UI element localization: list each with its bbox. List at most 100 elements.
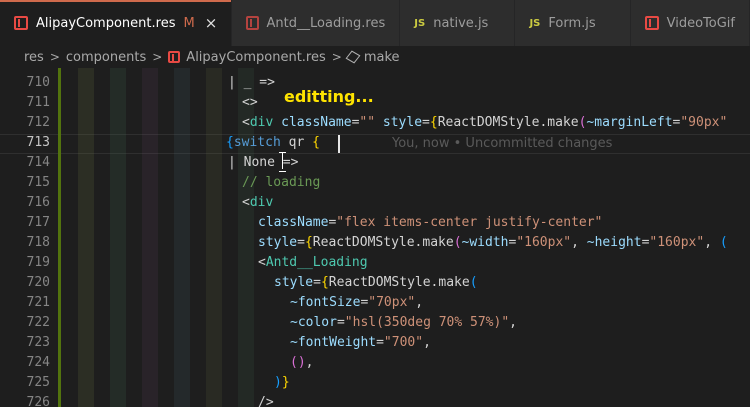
tab-alipay-component[interactable]: AlipayComponent.res M ×	[0, 0, 233, 46]
rescript-file-icon	[246, 16, 259, 30]
tab-label: Antd__Loading.res	[266, 15, 386, 31]
text-cursor	[338, 135, 340, 153]
code-token: =	[336, 315, 345, 330]
ibeam-cursor-icon	[278, 152, 287, 172]
code-token: ,	[571, 235, 587, 250]
editing-overlay-text: editting...	[284, 87, 374, 106]
code-token: (	[719, 235, 728, 250]
code-token: =	[376, 335, 384, 350]
code-token: | None	[228, 155, 283, 170]
rescript-file-icon	[14, 16, 28, 30]
code-token: "hsl(350deg 70% 57%)"	[344, 315, 510, 330]
js-file-icon: JS	[529, 17, 541, 29]
code-token: }	[281, 375, 290, 390]
code-line[interactable]: | None =>	[228, 153, 298, 173]
code-token: qr	[280, 135, 313, 150]
breadcrumb-item[interactable]: res	[24, 50, 44, 65]
code-token: ~fontSize	[290, 295, 361, 310]
code-token: <	[242, 195, 250, 210]
breadcrumb-item[interactable]: make	[364, 50, 400, 65]
tab-form-js[interactable]: JS Form.js	[515, 0, 631, 46]
code-line[interactable]: style={ReactDOMStyle.make(	[274, 273, 478, 293]
code-token: className	[258, 215, 329, 230]
code-token: <	[242, 115, 250, 130]
code-token: switch	[233, 135, 281, 150]
code-token: <	[258, 255, 266, 270]
tab-label: VideoToGif	[666, 15, 735, 31]
rescript-file-icon	[644, 16, 659, 30]
tab-antd-loading[interactable]: Antd__Loading.res	[232, 0, 401, 46]
code-content[interactable]: | _ => <> <div className="" style={ReactDO…	[0, 68, 750, 407]
symbol-module-icon	[345, 50, 361, 64]
code-token: ReactDOMStyle.make	[312, 235, 454, 250]
code-token: "flex items-center justify-center"	[336, 215, 603, 230]
code-token: <>	[242, 95, 258, 110]
code-token: // loading	[242, 175, 321, 190]
code-token: =	[313, 275, 321, 290]
code-token: ,	[415, 295, 424, 310]
code-token: ~color	[290, 315, 337, 330]
code-editor[interactable]: 710 711 712 713 714 715 716 717 718 719 720 721 722 7…	[0, 68, 750, 407]
code-token: {	[429, 115, 438, 130]
code-token: ,	[509, 315, 517, 330]
code-token: style	[382, 115, 423, 130]
tab-video-to-gif[interactable]: VideoToGif	[630, 0, 750, 46]
code-token: {	[304, 235, 313, 250]
code-token: =	[297, 235, 305, 250]
breadcrumb-item[interactable]: AlipayComponent.res	[186, 50, 325, 65]
code-token: )	[274, 375, 282, 390]
chevron-right-icon: >	[49, 50, 60, 64]
code-token: ,	[423, 335, 431, 350]
editor-tab-bar: AlipayComponent.res M × Antd__Loading.re…	[0, 0, 750, 46]
code-line[interactable]: <>	[242, 93, 258, 113]
code-token: style	[274, 275, 314, 290]
code-line[interactable]: (),	[290, 353, 313, 373]
code-line[interactable]: <div	[242, 193, 273, 213]
code-token: div	[249, 115, 274, 130]
code-token: =	[422, 115, 430, 130]
tab-label: Form.js	[548, 15, 596, 31]
code-line[interactable]: <div className="" style={ReactDOMStyle.m…	[242, 113, 727, 133]
code-line[interactable]: style={ReactDOMStyle.make(~width="160px"…	[258, 233, 728, 253]
js-file-icon: JS	[414, 17, 426, 29]
code-token: ""	[359, 115, 376, 130]
code-token: ReactDOMStyle.make	[437, 115, 579, 130]
code-token: "70px"	[368, 295, 416, 310]
code-line[interactable]: | _ =>	[228, 73, 275, 93]
code-line[interactable]: className="flex items-center justify-cen…	[258, 213, 602, 233]
code-token: {	[312, 135, 320, 150]
breadcrumb-item[interactable]: components	[66, 50, 146, 65]
code-token: className	[281, 115, 352, 130]
code-token: ~height	[586, 235, 642, 250]
tab-native-js[interactable]: JS native.js	[400, 0, 516, 46]
code-token: (	[469, 275, 478, 290]
code-token: "700"	[383, 335, 424, 350]
code-line[interactable]: />	[258, 393, 274, 407]
close-icon[interactable]: ×	[205, 14, 218, 32]
code-token: style	[258, 235, 298, 250]
code-line[interactable]: <Antd__Loading	[258, 253, 368, 273]
code-token: ~width	[461, 235, 509, 250]
code-token: ,	[704, 235, 720, 250]
chevron-right-icon: >	[331, 50, 342, 64]
code-token: "160px"	[649, 235, 705, 250]
code-token: (	[453, 235, 462, 250]
code-token: | _ =>	[228, 75, 275, 90]
code-token: {	[320, 275, 329, 290]
code-line[interactable]: {switch qr {	[226, 133, 320, 153]
code-token: ReactDOMStyle.make	[328, 275, 470, 290]
code-token: />	[258, 395, 274, 407]
code-line[interactable]: ~color="hsl(350deg 70% 57%)",	[290, 313, 517, 333]
code-token: Antd__Loading	[265, 255, 368, 270]
code-line[interactable]: ~fontWeight="700",	[290, 333, 431, 353]
rescript-file-icon	[168, 51, 181, 63]
code-token: div	[249, 195, 274, 210]
code-token: ~fontWeight	[290, 335, 377, 350]
code-token: "90px"	[680, 115, 728, 130]
code-line[interactable]: ~fontSize="70px",	[290, 293, 423, 313]
git-blame-annotation: You, now • Uncommitted changes	[392, 136, 613, 151]
code-line[interactable]: )}	[274, 373, 290, 393]
code-line[interactable]: // loading	[242, 173, 320, 193]
